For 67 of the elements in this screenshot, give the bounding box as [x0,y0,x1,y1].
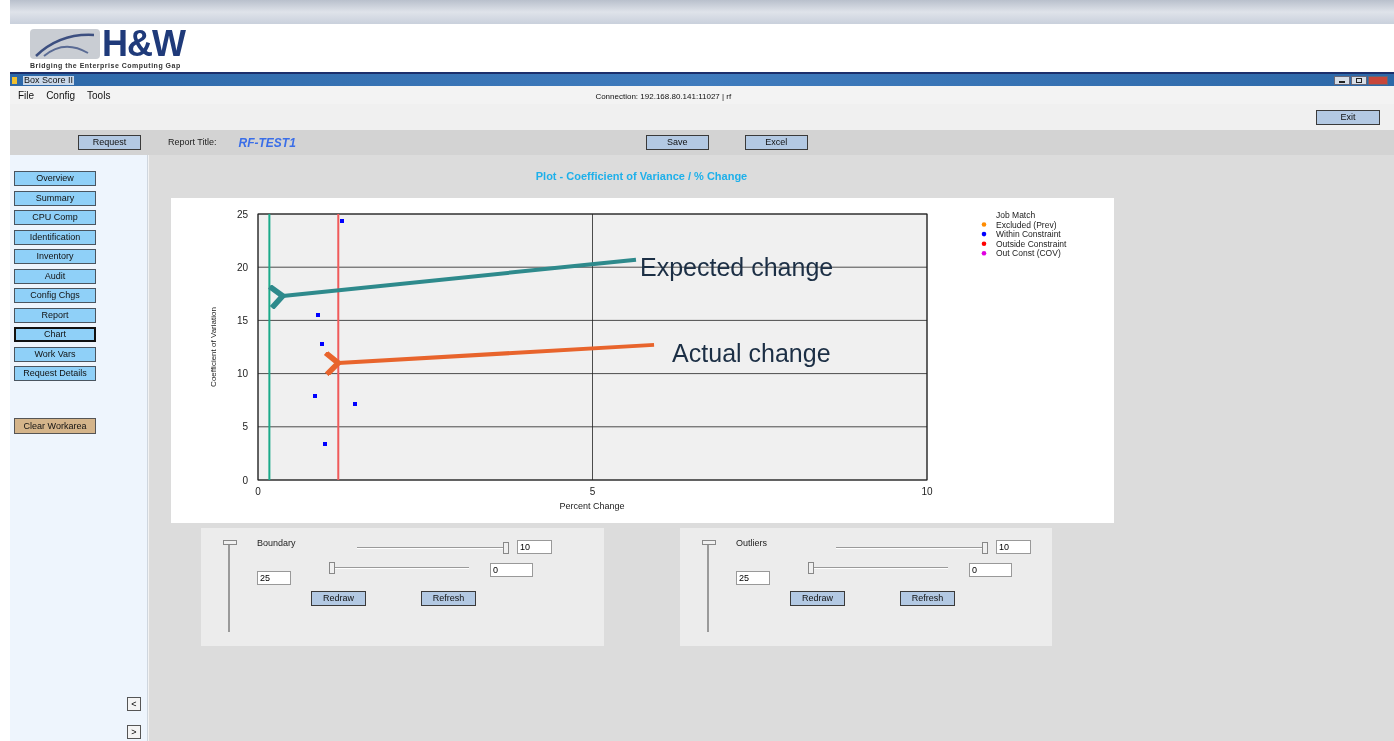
chart-title: Plot - Coefficient of Variance / % Change [535,169,748,185]
connection-status: Connection: 192.168.80.141:11027 | rf [595,91,732,103]
slider-thumb[interactable] [808,562,814,574]
nav-button[interactable]: Report [14,307,96,323]
x-tick-label: 5 [589,486,596,497]
exit-button[interactable]: Exit [1316,109,1380,125]
save-button[interactable]: Save [645,135,709,150]
minimize-icon[interactable] [1334,75,1350,85]
nav-button[interactable]: CPU Comp [14,210,96,225]
redraw-button[interactable]: Redraw [790,591,845,606]
slider-thumb[interactable] [329,562,335,574]
next-button[interactable]: > [127,725,141,739]
value-field[interactable]: 25 [257,571,291,585]
logo-icon [30,29,100,59]
nav-button[interactable]: Work Vars [14,346,96,362]
redraw-button[interactable]: Redraw [311,591,366,606]
annotation-label: Actual change [672,338,831,367]
app-icon [12,76,17,84]
value-field[interactable]: 0 [490,563,533,577]
refresh-button[interactable]: Refresh [900,591,955,606]
nav-button[interactable]: Inventory [14,249,96,264]
slider-thumb[interactable] [223,540,237,545]
y-tick-label: 0 [242,474,248,486]
panel-title: Boundary [257,537,297,550]
value-field[interactable]: 10 [996,540,1031,554]
y-tick-label: 10 [236,368,248,380]
previous-button[interactable]: < [127,697,141,711]
nav-button[interactable]: Config Chgs [14,288,96,303]
nav-button[interactable]: Request Details [14,366,96,381]
legend-label: Out Const (COV) [996,248,1061,259]
legend-label: Outside Constraint [996,238,1067,249]
slider-thumb[interactable] [503,542,509,554]
slider-thumb[interactable] [982,542,988,554]
request-button[interactable]: Request [78,135,141,150]
slider-thumb[interactable] [702,540,716,545]
legend-label: Excluded (Prev) [996,219,1057,230]
y-tick-label: 20 [236,261,248,273]
logo-text: H&W [102,26,185,62]
excel-button[interactable]: Excel [744,135,808,150]
legend-label: Within Constraint [996,229,1061,240]
y-tick-label: 5 [242,421,248,433]
window-title: Box Score II [23,75,75,85]
menu-item[interactable]: File [14,87,39,103]
value-field[interactable]: 10 [517,540,552,554]
menu-item[interactable]: Tools [83,87,115,103]
panel-title: Outliers [736,537,768,550]
annotation-label: Expected change [640,252,834,281]
y-tick-label: 25 [236,208,248,220]
maximize-icon[interactable] [1351,75,1367,85]
y-tick-label: 15 [236,314,248,326]
clear-workarea-button[interactable]: Clear Workarea [14,418,96,434]
nav-button[interactable]: Chart [14,327,96,342]
value-field[interactable]: 25 [736,571,770,585]
legend-title: Job Match [996,210,1036,220]
refresh-button[interactable]: Refresh [421,591,476,606]
y-axis-label: Coefficient of Variation [209,307,218,387]
x-tick-label: 0 [255,486,261,497]
nav-button[interactable]: Summary [14,190,96,206]
nav-button[interactable]: Audit [14,268,96,284]
x-axis-label: Percent Change [559,501,625,511]
report-title-label: Report Title: [168,135,217,149]
x-tick-label: 10 [921,486,933,497]
value-field[interactable]: 0 [969,563,1012,577]
nav-button[interactable]: Overview [14,171,96,186]
report-title: RF-TEST1 [238,134,296,152]
menu-item[interactable]: Config [42,87,80,103]
nav-button[interactable]: Identification [14,229,96,245]
